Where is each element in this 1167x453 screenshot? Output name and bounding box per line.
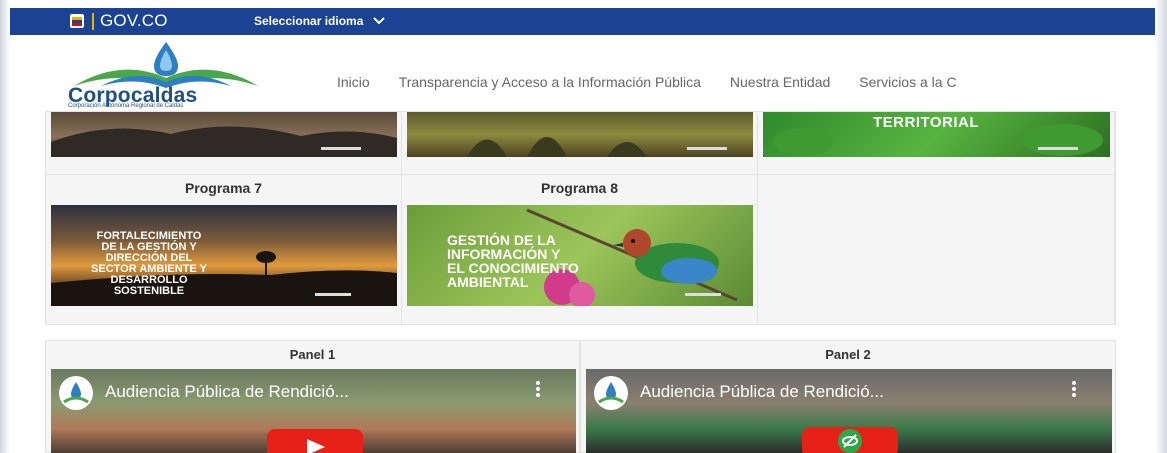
program-8-banner-line: GESTIÓN DE LA <box>447 232 556 248</box>
programs-grid: TERRITORIAL Programa 7 FORTALECIMIENTO D… <box>45 111 1116 325</box>
main-nav: Inicio Transparencia y Acceso a la Infor… <box>337 74 957 90</box>
main-content: TERRITORIAL Programa 7 FORTALECIMIENTO D… <box>10 111 1155 453</box>
program-banner-top-1[interactable] <box>51 112 397 157</box>
channel-drop-icon <box>63 382 89 404</box>
nav-item-servicios[interactable]: Servicios a la C <box>859 74 956 90</box>
program-cell-empty <box>758 175 1115 325</box>
language-selector-label: Seleccionar idioma <box>254 14 364 28</box>
panel-1-title: Panel 1 <box>289 347 336 362</box>
more-options-icon[interactable] <box>536 381 540 397</box>
drop-mountains-logo-icon <box>74 42 258 88</box>
program-8-banner-text: GESTIÓN DE LA INFORMACIÓN Y EL CONOCIMIE… <box>447 233 579 289</box>
nav-item-inicio[interactable]: Inicio <box>337 74 370 90</box>
youtube-play-button[interactable] <box>802 427 898 453</box>
program-cell-top-2 <box>402 112 758 175</box>
program-banner-top-3[interactable]: TERRITORIAL <box>763 112 1110 157</box>
panel-2-video-title[interactable]: Audiencia Pública de Rendició... <box>640 382 884 402</box>
logo-subtitle: Corporación Autónoma Regional de Caldas <box>68 103 184 109</box>
gov-co-logo[interactable]: GOV.CO <box>68 11 168 31</box>
program-8-title: Programa 8 <box>540 180 619 196</box>
page-shadow-left <box>0 0 10 453</box>
program-7-banner-line: SOSTENIBLE <box>113 285 185 297</box>
program-cell-top-1 <box>46 112 402 175</box>
site-header: Corpocaldas Corporación Autónoma Regiona… <box>10 35 1155 111</box>
nav-item-nuestra-entidad[interactable]: Nuestra Entidad <box>730 74 830 90</box>
program-banner-top-2[interactable] <box>407 112 753 157</box>
colombia-shield-icon <box>70 14 84 28</box>
panel-2-video[interactable]: Audiencia Pública de Rendició... <box>586 369 1112 453</box>
eye-slash-icon <box>838 429 862 453</box>
paramo-plants-image <box>467 137 727 157</box>
page-shadow-right <box>1155 0 1167 453</box>
program-8-banner-line: EL CONOCIMIENTO <box>447 260 579 276</box>
program-8-banner-line: INFORMACIÓN Y <box>447 246 561 262</box>
program-8-banner[interactable]: GESTIÓN DE LA INFORMACIÓN Y EL CONOCIMIE… <box>407 205 753 306</box>
panel-1: Panel 1 Audiencia Pública de Rendició... <box>45 340 580 453</box>
channel-drop-icon <box>598 382 624 404</box>
more-options-icon[interactable] <box>1072 381 1076 397</box>
gov-co-bar: GOV.CO Seleccionar idioma <box>10 8 1155 35</box>
program-7-banner[interactable]: FORTALECIMIENTO DE LA GESTIÓN Y DIRECCIÓ… <box>51 205 397 306</box>
panel-1-video-title[interactable]: Audiencia Pública de Rendició... <box>105 382 349 402</box>
corpocaldas-logo[interactable]: Corpocaldas Corporación Autónoma Regiona… <box>66 40 266 109</box>
language-selector[interactable]: Seleccionar idioma <box>254 14 386 28</box>
program-7-banner-text: FORTALECIMIENTO DE LA GESTIÓN Y DIRECCIÓ… <box>69 231 229 297</box>
program-7-title: Programa 7 <box>184 180 263 196</box>
gov-co-separator <box>92 12 94 30</box>
nav-item-transparencia[interactable]: Transparencia y Acceso a la Información … <box>399 74 701 90</box>
play-icon <box>307 439 325 453</box>
panel-2: Panel 2 Audiencia Pública de Rendició... <box>580 340 1116 453</box>
panel-1-video[interactable]: Audiencia Pública de Rendició... <box>51 369 576 453</box>
program-8-banner-line: AMBIENTAL <box>447 274 529 290</box>
corpocaldas-channel-avatar <box>59 376 93 410</box>
leaves-image <box>773 124 1103 156</box>
program-cell-top-3: TERRITORIAL <box>758 112 1115 175</box>
youtube-play-button[interactable] <box>267 429 363 453</box>
rocks-landscape-image <box>51 126 397 157</box>
program-cell-8: Programa 8 GESTIÓN DE LA INFORMACIÓN Y E… <box>402 175 758 325</box>
chevron-down-icon <box>373 17 386 25</box>
gov-co-text: GOV.CO <box>100 11 168 30</box>
program-cell-7: Programa 7 FORTALECIMIENTO DE LA GESTIÓN… <box>46 175 402 325</box>
panel-2-title: Panel 2 <box>825 347 871 362</box>
corpocaldas-channel-avatar <box>594 376 628 410</box>
